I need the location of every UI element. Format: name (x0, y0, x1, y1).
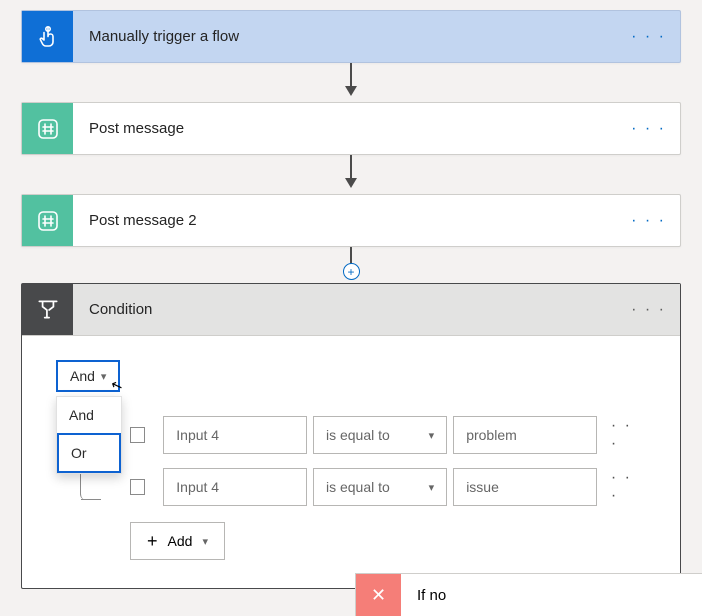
row-menu[interactable]: · · · (603, 469, 652, 505)
hash-icon (22, 195, 73, 246)
row-checkbox[interactable] (130, 479, 145, 495)
condition-header[interactable]: Condition · · · (22, 284, 680, 336)
add-step-icon[interactable]: + (343, 263, 360, 280)
step-title: Post message (73, 120, 617, 137)
row-operator-label: is equal to (326, 427, 390, 443)
row-compare-input[interactable]: problem (453, 416, 597, 454)
plus-icon: + (147, 532, 158, 550)
condition-row: Input 4 is equal to ▾ problem · · · (130, 416, 652, 454)
condition-branches: ✕ If no (0, 573, 702, 616)
condition-menu[interactable]: · · · (617, 301, 680, 319)
row-value-input[interactable]: Input 4 (163, 416, 307, 454)
row-operator-select[interactable]: is equal to ▾ (313, 468, 447, 506)
row-checkbox[interactable] (130, 427, 145, 443)
row-operator-label: is equal to (326, 479, 390, 495)
condition-title: Condition (73, 301, 617, 318)
row-value-input[interactable]: Input 4 (163, 468, 307, 506)
row-menu[interactable]: · · · (603, 417, 652, 453)
arrow-connector (345, 63, 357, 96)
add-label: Add (168, 533, 193, 549)
step-post-message-2[interactable]: Post message 2 · · · (21, 194, 681, 247)
step-title: Manually trigger a flow (73, 28, 617, 45)
hash-icon (22, 103, 73, 154)
arrow-connector: + (345, 247, 357, 277)
step-menu[interactable]: · · · (617, 120, 680, 138)
group-operator-select[interactable]: And ▾ ↖ And Or (56, 360, 120, 392)
step-menu[interactable]: · · · (617, 212, 680, 230)
touch-icon (22, 11, 73, 62)
chevron-down-icon: ▾ (429, 429, 435, 442)
chevron-down-icon: ▾ (429, 481, 435, 494)
chevron-down-icon: ▾ (202, 535, 208, 548)
step-post-message[interactable]: Post message · · · (21, 102, 681, 155)
chevron-down-icon: ▾ (101, 370, 107, 383)
dropdown-option-and[interactable]: And (57, 397, 121, 433)
group-operator-label: And (70, 368, 95, 384)
condition-row: Input 4 is equal to ▾ issue · · · (130, 468, 652, 506)
close-icon: ✕ (356, 574, 401, 616)
dropdown-option-or[interactable]: Or (57, 433, 121, 473)
row-compare-input[interactable]: issue (453, 468, 597, 506)
step-trigger[interactable]: Manually trigger a flow · · · (21, 10, 681, 63)
add-row-button[interactable]: + Add ▾ (130, 522, 225, 560)
if-no-label: If no (401, 587, 462, 604)
row-operator-select[interactable]: is equal to ▾ (313, 416, 447, 454)
condition-block: Condition · · · And ▾ ↖ And Or (21, 283, 681, 589)
step-menu[interactable]: · · · (617, 28, 680, 46)
arrow-connector (345, 155, 357, 188)
condition-icon (22, 284, 73, 335)
group-operator-dropdown: And Or (56, 396, 122, 474)
step-title: Post message 2 (73, 212, 617, 229)
if-no-branch[interactable]: ✕ If no (355, 573, 702, 616)
